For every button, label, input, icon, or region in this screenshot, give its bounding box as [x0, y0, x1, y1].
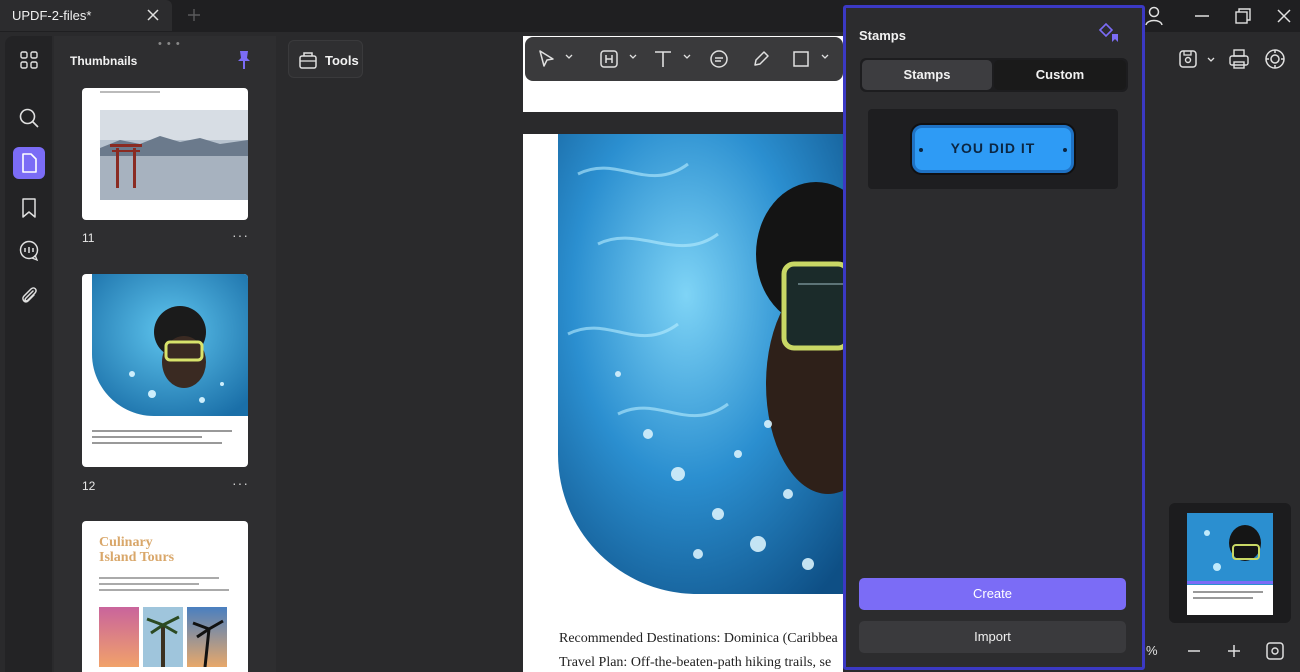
text-line — [99, 589, 229, 591]
document-line: Travel Plan: Off-the-beaten-path hiking … — [559, 655, 832, 670]
attachment-icon — [22, 287, 37, 303]
highlight-tool-icon[interactable] — [599, 49, 619, 69]
add-tab-icon[interactable] — [185, 6, 203, 24]
text-tool-icon[interactable] — [653, 49, 673, 69]
navigator-viewport — [1187, 581, 1273, 584]
text-line — [1193, 591, 1263, 593]
tab-custom[interactable]: Custom — [994, 60, 1126, 90]
import-button[interactable]: Import — [859, 621, 1126, 653]
diver-page-photo — [558, 134, 843, 594]
account-icon[interactable] — [1143, 5, 1165, 27]
pages-button[interactable] — [13, 147, 45, 179]
select-tool-icon[interactable] — [537, 49, 557, 69]
stamp-dot — [1063, 148, 1067, 152]
custom-stamp-item[interactable]: YOU DID IT — [868, 109, 1118, 189]
chevron-down-icon[interactable] — [1207, 57, 1215, 63]
current-page[interactable]: Recommended Destinations: Dominica (Cari… — [523, 134, 843, 672]
save-icon[interactable] — [1177, 48, 1199, 70]
apps-button[interactable] — [13, 44, 45, 76]
text-line — [99, 577, 219, 579]
page-thumbnail-13[interactable]: Culinary Island Tours — [82, 521, 248, 672]
page-navigator[interactable] — [1169, 503, 1291, 623]
thumbnails-title: Thumbnails — [70, 54, 138, 68]
diver-photo — [92, 274, 248, 416]
restore-icon[interactable] — [1232, 5, 1254, 27]
chevron-down-icon[interactable] — [565, 54, 573, 60]
chevron-down-icon[interactable] — [683, 54, 691, 60]
close-window-icon[interactable] — [1273, 5, 1295, 27]
title-line-2: Island Tours — [99, 550, 175, 565]
palm-photo — [143, 607, 183, 667]
text-line — [92, 436, 202, 438]
thumbnails-panel: • • • Thumbnails 11 ··· 12 ··· Culinary … — [54, 36, 276, 672]
comments-button[interactable] — [13, 235, 45, 267]
drag-handle[interactable]: • • • — [158, 38, 181, 50]
tab-stamps[interactable]: Stamps — [862, 60, 992, 90]
navigator-photo — [1187, 513, 1273, 585]
torii-photo — [100, 110, 248, 200]
pen-tool-icon[interactable] — [751, 49, 771, 69]
attachments-button[interactable] — [13, 280, 45, 312]
navigator-page — [1187, 513, 1273, 615]
document-line: Recommended Destinations: Dominica (Cari… — [559, 631, 838, 646]
minimize-icon[interactable] — [1191, 5, 1213, 27]
page-thumbnail-12[interactable] — [82, 274, 248, 467]
text-line — [92, 442, 222, 444]
document-tab[interactable]: UPDF-2-files* — [0, 0, 172, 31]
palm-sunset-photo — [187, 607, 227, 667]
text-line — [99, 583, 199, 585]
page-more-button[interactable]: ··· — [232, 475, 249, 491]
stamps-panel-title: Stamps — [859, 28, 906, 43]
text-line — [92, 430, 232, 432]
search-icon — [19, 108, 39, 128]
stamp-text: YOU DID IT — [950, 140, 1036, 156]
sunset-photo — [99, 607, 139, 667]
shape-tool-icon[interactable] — [791, 49, 811, 69]
page-more-button[interactable]: ··· — [232, 227, 249, 243]
chevron-down-icon[interactable] — [821, 54, 829, 60]
left-rail — [5, 36, 52, 672]
page-thumbnail-11[interactable] — [82, 88, 248, 220]
text-line — [100, 91, 160, 93]
pin-icon[interactable] — [236, 50, 252, 70]
close-icon[interactable] — [144, 6, 162, 24]
tools-label: Tools — [325, 53, 359, 68]
print-icon[interactable] — [1228, 48, 1250, 70]
ai-assistant-icon[interactable] — [1264, 48, 1286, 70]
tools-button[interactable]: Tools — [288, 40, 363, 78]
page-icon — [22, 153, 37, 173]
zoom-percent[interactable]: % — [1146, 643, 1158, 658]
text-line — [1193, 597, 1253, 599]
stamps-panel: Stamps Stamps Custom YOU DID IT Create I… — [843, 5, 1145, 670]
page-title: Culinary Island Tours — [99, 535, 174, 565]
page-number-11: 11 — [82, 231, 95, 245]
tab-title: UPDF-2-files* — [12, 8, 92, 23]
toolbox-icon — [299, 52, 317, 69]
chevron-down-icon[interactable] — [629, 54, 637, 60]
bookmarks-button[interactable] — [13, 192, 45, 224]
page-number-12: 12 — [82, 479, 96, 493]
apps-icon — [20, 51, 38, 69]
comment-icon — [19, 240, 39, 262]
fit-page-icon[interactable] — [1265, 641, 1285, 661]
stamp-preview: YOU DID IT — [912, 125, 1074, 173]
create-button[interactable]: Create — [859, 578, 1126, 610]
search-button[interactable] — [13, 102, 45, 134]
stamps-tab-switch: Stamps Custom — [860, 58, 1128, 92]
bookmark-icon — [22, 198, 36, 218]
comment-tool-icon[interactable] — [709, 49, 729, 69]
magic-stamp-icon[interactable] — [1098, 22, 1122, 46]
title-line-1: Culinary — [99, 535, 153, 550]
edit-toolbar — [525, 37, 843, 81]
zoom-out-icon[interactable] — [1184, 641, 1204, 661]
zoom-in-icon[interactable] — [1224, 641, 1244, 661]
